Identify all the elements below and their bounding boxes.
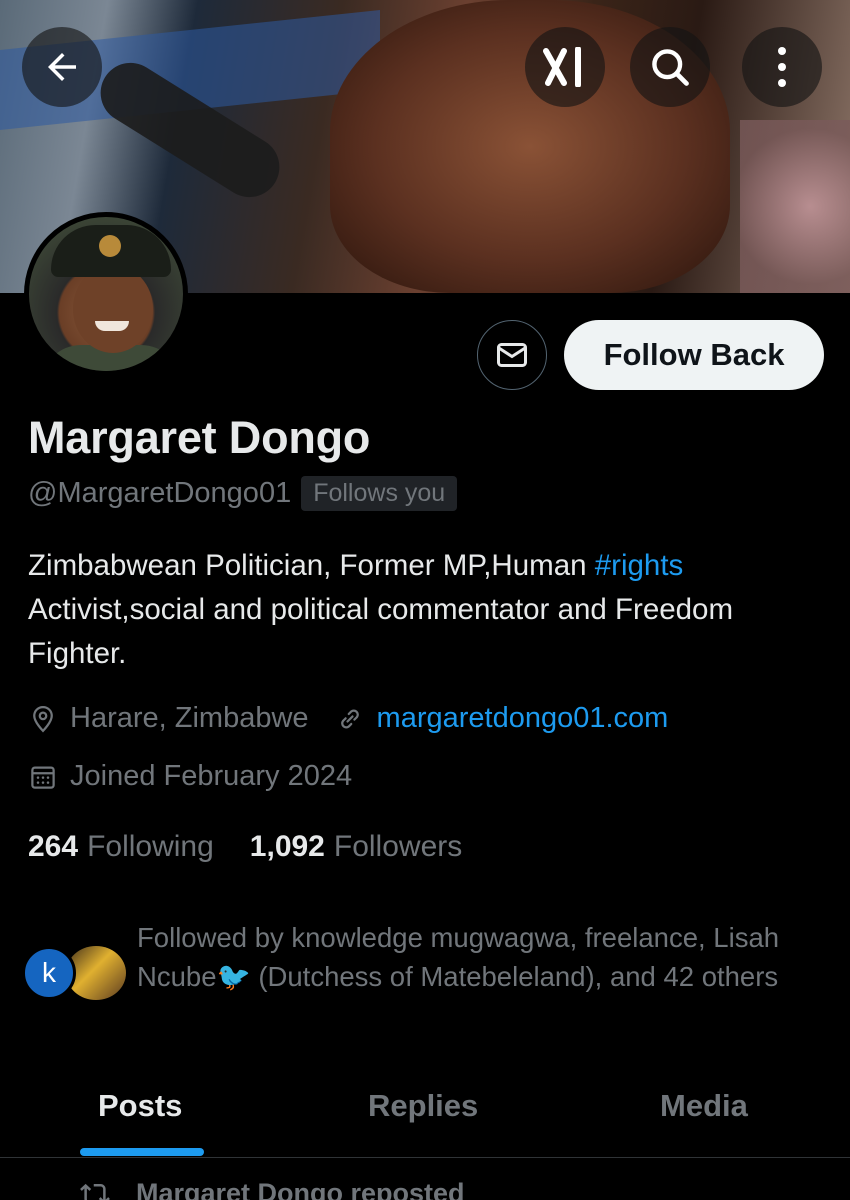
repost-context: Margaret Dongo reposted (78, 1178, 465, 1200)
tab-media[interactable]: Media (660, 1088, 748, 1124)
avatar-image-area (99, 235, 121, 257)
profile-handle: @MargaretDongo01 (28, 477, 292, 509)
profile-stats: 264 Following 1,092 Followers (28, 830, 462, 864)
more-vertical-icon (778, 47, 786, 87)
envelope-icon (497, 343, 527, 367)
handle-row: @MargaretDongo01 Follows you (28, 476, 458, 511)
grok-icon (543, 47, 581, 87)
avatar-image-area (95, 321, 129, 331)
mutual-avatars: k (22, 946, 132, 1000)
following-count: 264 (28, 830, 79, 863)
grok-button[interactable] (525, 27, 605, 107)
follows-you-badge: Follows you (301, 476, 458, 511)
profile-meta-row: Harare, Zimbabwe margaretdongo01.com (28, 702, 668, 735)
bio-text: Zimbabwean Politician, Former MP,Human (28, 549, 595, 582)
link-icon (340, 709, 359, 728)
search-icon (652, 49, 689, 86)
active-tab-indicator (80, 1148, 204, 1156)
profile-bio: Zimbabwean Politician, Former MP,Human #… (28, 544, 818, 676)
profile-website-link[interactable]: margaretdongo01.com (377, 702, 669, 735)
profile-avatar[interactable] (24, 212, 188, 376)
repost-icon (80, 1183, 110, 1200)
back-button[interactable] (22, 27, 102, 107)
banner-image-area (740, 120, 850, 293)
avatar-image-area (73, 265, 153, 353)
mutual-avatar: k (22, 946, 76, 1000)
tab-replies[interactable]: Replies (368, 1088, 478, 1124)
profile-name: Margaret Dongo (28, 412, 371, 463)
follow-back-button[interactable]: Follow Back (564, 320, 824, 390)
bio-text: Activist,social and political commentato… (28, 593, 734, 670)
followers-count: 1,092 (249, 830, 325, 863)
profile-tabs: Posts Replies Media (0, 1070, 850, 1158)
repost-context-text: Margaret Dongo reposted (136, 1178, 465, 1200)
profile-meta-row: Joined February 2024 (28, 760, 352, 793)
following-label: Following (87, 830, 214, 863)
followers-stat-link[interactable]: 1,092 Followers (250, 830, 462, 864)
calendar-icon (31, 766, 55, 789)
more-options-button[interactable] (742, 27, 822, 107)
followers-label: Followers (333, 830, 463, 863)
profile-joined-date: Joined February 2024 (70, 760, 353, 792)
following-stat-link[interactable]: 264 Following (28, 830, 214, 864)
message-button[interactable] (477, 320, 547, 390)
search-button[interactable] (630, 27, 710, 107)
bio-hashtag-link[interactable]: #rights (595, 549, 684, 582)
arrow-left-icon (48, 53, 76, 81)
location-pin-icon (33, 705, 53, 732)
tab-posts[interactable]: Posts (98, 1088, 182, 1124)
mutual-followers-text: Followed by knowledge mugwagwa, freelanc… (137, 922, 780, 992)
profile-location: Harare, Zimbabwe (70, 702, 309, 734)
